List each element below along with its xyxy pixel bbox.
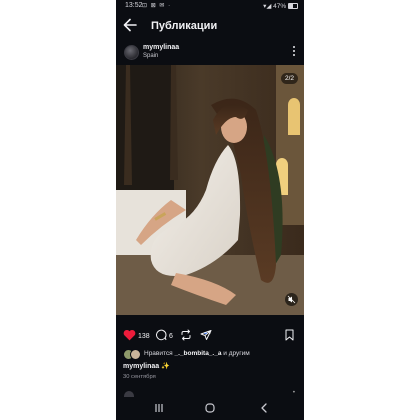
caption-username[interactable]: mymylinaa bbox=[123, 363, 159, 370]
status-bar: 13:52 ⊡ ⊠ ✉ · ▾◢ 47% bbox=[116, 0, 304, 12]
mute-icon[interactable] bbox=[285, 293, 298, 306]
post-photo[interactable]: 2/2 bbox=[116, 65, 304, 315]
post-header: mymylinaa Spain bbox=[116, 42, 304, 64]
system-nav-bar bbox=[116, 397, 304, 420]
next-post-header: • bbox=[116, 389, 304, 397]
notification-icons: ⊡ ⊠ ✉ · bbox=[142, 3, 172, 9]
bookmark-icon[interactable] bbox=[284, 329, 295, 341]
status-time: 13:52 bbox=[125, 2, 143, 9]
arrow-left-icon[interactable] bbox=[122, 16, 138, 34]
media-counter: 2/2 bbox=[280, 73, 298, 84]
liked-by-suffix: и другим bbox=[221, 350, 250, 357]
share-icon[interactable] bbox=[200, 329, 212, 341]
recent-apps-icon[interactable] bbox=[152, 402, 166, 414]
more-options-icon[interactable] bbox=[292, 45, 296, 57]
more-options-icon[interactable]: • bbox=[293, 390, 295, 396]
top-bar: Публикации bbox=[116, 14, 304, 38]
liked-by-text: Нравится _._bombita_._a и другим bbox=[144, 350, 250, 357]
post-username[interactable]: mymylinaa bbox=[143, 44, 179, 51]
signal-icon: ▾◢ bbox=[263, 3, 272, 10]
battery-percent: 47% bbox=[273, 3, 287, 10]
phone-screen: 13:52 ⊡ ⊠ ✉ · ▾◢ 47% Публикации mymylina… bbox=[116, 0, 304, 420]
caption-text: ✨ bbox=[159, 363, 170, 370]
post-date: 30 сентября bbox=[123, 374, 156, 380]
liked-by-user[interactable]: _._bombita_._a bbox=[175, 350, 222, 357]
comment-icon[interactable] bbox=[155, 329, 167, 341]
repost-icon[interactable] bbox=[180, 329, 192, 341]
heart-icon[interactable] bbox=[123, 329, 136, 341]
home-icon[interactable] bbox=[203, 402, 217, 414]
photo-image bbox=[116, 65, 304, 315]
liked-by-prefix: Нравится bbox=[144, 350, 175, 357]
post-location[interactable]: Spain bbox=[143, 53, 158, 59]
liker-avatar bbox=[130, 349, 141, 360]
back-nav-icon[interactable] bbox=[257, 402, 271, 414]
action-bar: 138 6 bbox=[116, 329, 304, 345]
battery-icon bbox=[288, 3, 298, 10]
likes-count[interactable]: 138 bbox=[138, 333, 150, 340]
post-caption: mymylinaa ✨ bbox=[123, 362, 170, 370]
page-title: Публикации bbox=[151, 20, 218, 32]
avatar[interactable] bbox=[124, 45, 139, 60]
comments-count[interactable]: 6 bbox=[169, 333, 173, 340]
carousel-indicator bbox=[204, 321, 213, 334]
status-right: ▾◢ 47% bbox=[263, 2, 298, 10]
